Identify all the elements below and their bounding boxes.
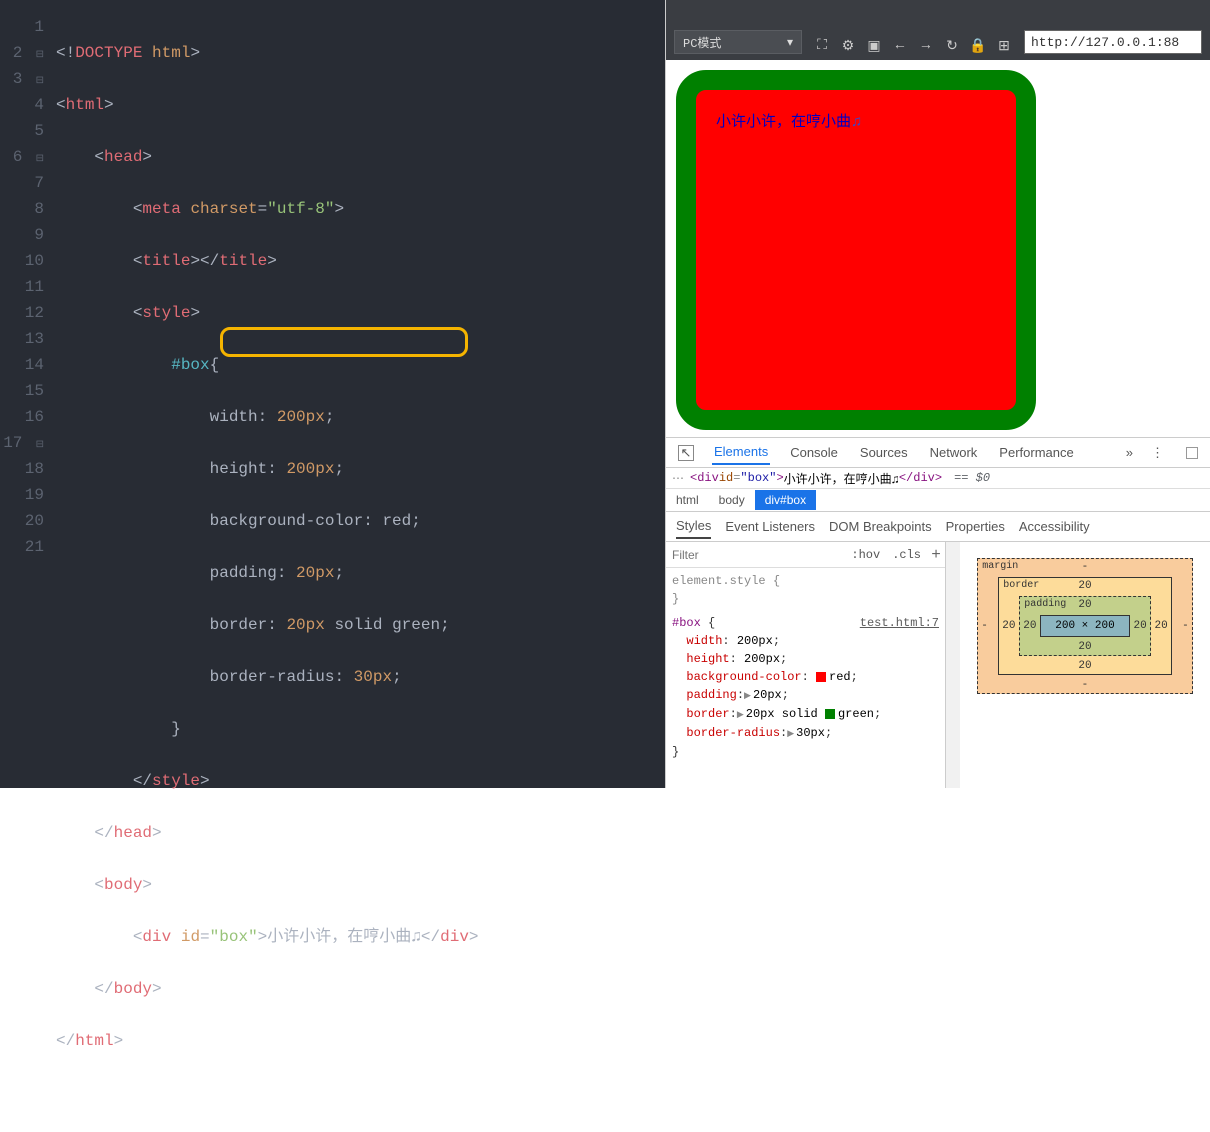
browser-toolbar: PC模式 ▾ ⛶ ⚙ ▣ ← → ↻ 🔒 ⊞ http://127.0.0.1:… [666,0,1210,60]
refresh-icon[interactable]: ↻ [944,38,960,54]
music-icon: ♫ [411,928,421,946]
screenshot-icon[interactable]: ▣ [866,38,882,54]
box-model: margin - - - - border 20 20 20 20 paddin… [960,542,1210,788]
tag-meta: meta [142,200,180,218]
preview-area: 小许小许，在哼小曲♫ [666,60,1210,438]
selected-marker: == $0 [954,471,990,485]
padding-label: padding [1024,599,1066,610]
code-area[interactable]: <!DOCTYPE html> <html> <head> <meta char… [50,0,665,788]
cls-toggle[interactable]: .cls [886,548,927,562]
grid-icon[interactable]: ⊞ [996,38,1012,54]
subtab-event-listeners[interactable]: Event Listeners [725,519,815,534]
filter-input[interactable] [666,544,845,566]
hov-toggle[interactable]: :hov [845,548,886,562]
browser-pane: PC模式 ▾ ⛶ ⚙ ▣ ← → ↻ 🔒 ⊞ http://127.0.0.1:… [665,0,1210,788]
elements-tree-row[interactable]: ⋯ <div id="box">小许小许，在哼小曲♫</div> == $0 [666,468,1210,488]
subtab-dom-breakpoints[interactable]: DOM Breakpoints [829,519,932,534]
devtools-tabs: ↖ Elements Console Sources Network Perfo… [666,438,1210,468]
add-rule-button[interactable]: + [927,546,945,564]
tag-head: head [104,148,142,166]
menu-icon[interactable]: ⋮ [1151,445,1164,461]
music-icon: ♫ [851,113,862,130]
subtab-accessibility[interactable]: Accessibility [1019,519,1090,534]
preview-text: 小许小许，在哼小曲 [716,113,851,130]
more-tabs-icon[interactable]: » [1126,445,1133,460]
preview-box: 小许小许，在哼小曲♫ [676,70,1036,430]
expand-icon[interactable]: ⛶ [814,38,830,54]
devtools-subtabs: Styles Event Listeners DOM Breakpoints P… [666,512,1210,542]
crumb-divbox[interactable]: div#box [755,490,816,510]
margin-label: margin [982,561,1018,572]
subtab-styles[interactable]: Styles [676,514,711,539]
mode-label: PC模式 [683,34,721,51]
scrollbar[interactable] [946,542,960,788]
devtools: ↖ Elements Console Sources Network Perfo… [666,438,1210,788]
back-icon[interactable]: ← [892,38,908,54]
color-swatch-red[interactable] [816,672,826,682]
chevron-down-icon: ▾ [787,35,793,50]
crumb-html[interactable]: html [666,490,709,510]
tag-html: html [66,96,104,114]
css-selector: #box [171,356,209,374]
lock-icon[interactable]: 🔒 [970,38,986,54]
content-size: 200 × 200 [1040,615,1129,637]
code-editor[interactable]: 1 2 ⊟ 3 ⊟ 4 5 6 ⊟ 7 8 9 10 11 12 13 14 1… [0,0,665,788]
tab-elements[interactable]: Elements [712,440,770,465]
url-input[interactable]: http://127.0.0.1:88 [1024,30,1202,54]
gear-icon[interactable]: ⚙ [840,38,856,54]
mode-select[interactable]: PC模式 ▾ [674,30,802,54]
inspect-icon[interactable]: ↖ [678,445,694,461]
subtab-properties[interactable]: Properties [946,519,1005,534]
breadcrumb: html body div#box [666,488,1210,512]
crumb-body[interactable]: body [709,490,755,510]
source-link[interactable]: test.html:7 [860,614,939,632]
styles-panel: :hov .cls + element.style { } #box {test… [666,542,946,788]
tab-sources[interactable]: Sources [858,441,910,464]
undock-icon[interactable] [1186,447,1198,459]
border-label: border [1003,580,1039,591]
color-swatch-green[interactable] [825,709,835,719]
tab-console[interactable]: Console [788,441,840,464]
tab-performance[interactable]: Performance [997,441,1075,464]
tab-network[interactable]: Network [928,441,980,464]
styles-rules[interactable]: element.style { } #box {test.html:7 widt… [666,568,945,765]
line-gutter: 1 2 ⊟ 3 ⊟ 4 5 6 ⊟ 7 8 9 10 11 12 13 14 1… [0,0,50,788]
forward-icon[interactable]: → [918,38,934,54]
